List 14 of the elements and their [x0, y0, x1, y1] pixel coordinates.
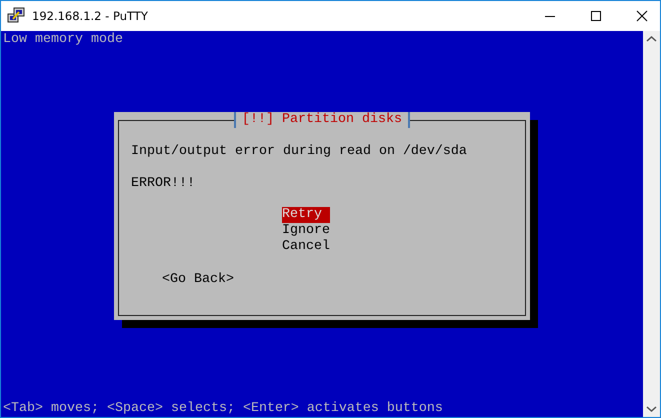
menu-option[interactable]: Retry: [282, 207, 330, 223]
terminal-text: Low memory mode: [2, 32, 124, 48]
computer-icon: [7, 7, 25, 25]
menu-option[interactable]: Cancel: [282, 239, 330, 255]
go-back-button[interactable]: <Go Back>: [162, 272, 234, 288]
status-text: <Tab> moves; <Space> selects; <Enter> activates buttons: [2, 401, 444, 417]
dialog-title: [!!] Partition disks: [234, 112, 410, 128]
close-icon[interactable]: [636, 10, 648, 22]
error-text: ERROR!!!: [131, 176, 195, 192]
maximize-icon[interactable]: [590, 10, 602, 22]
dialog-message: Input/output error during read on /dev/sda: [131, 144, 467, 160]
window-title: 192.168.1.2 - PuTTY: [32, 9, 148, 23]
scrollbar[interactable]: [643, 31, 660, 417]
menu-option[interactable]: Ignore: [282, 223, 330, 239]
